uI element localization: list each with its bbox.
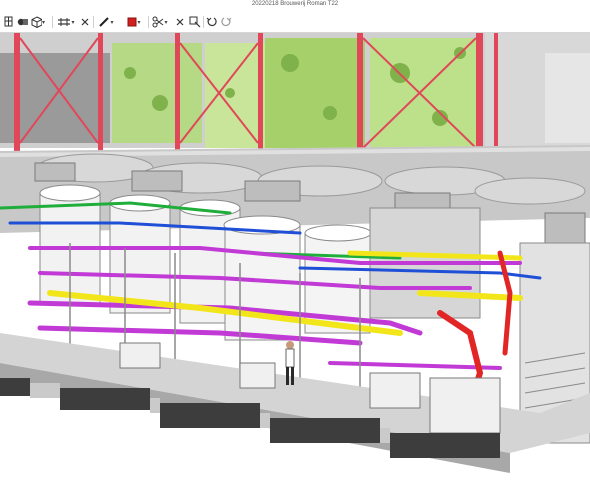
cut-icon: [152, 16, 164, 28]
cut-button[interactable]: ▾: [151, 15, 169, 29]
undo-button[interactable]: [206, 15, 218, 29]
undo-icon: [206, 17, 217, 27]
toolbar-divider: [93, 16, 94, 28]
markup-pen-icon: [99, 17, 110, 27]
color-picker-button[interactable]: ▾: [124, 15, 144, 29]
measure-button[interactable]: [189, 15, 201, 29]
close-section-button[interactable]: [80, 15, 90, 29]
section-plane-icon: [58, 18, 71, 26]
redo-icon: [221, 17, 232, 27]
measure-icon: [189, 16, 201, 28]
viewer-toolbar: ▾ ▾ ▾ ▾ ▾: [0, 12, 590, 33]
brewery-3d-model[interactable]: [0, 33, 590, 500]
section-plane-button[interactable]: ▾: [57, 15, 75, 29]
window-title: 20220218 Brouwerij Roman T22: [251, 1, 339, 7]
redo-button[interactable]: [220, 15, 232, 29]
chevron-down-icon: ▾: [71, 19, 75, 26]
toolbar-divider: [203, 16, 204, 28]
chevron-down-icon: ▾: [41, 19, 45, 26]
foliage: [205, 43, 265, 148]
building-wall: [545, 53, 590, 143]
clear-button[interactable]: [175, 15, 185, 29]
pointer-tool[interactable]: [3, 15, 15, 29]
chevron-down-icon: ▾: [164, 19, 168, 26]
close-section-icon: [81, 18, 89, 26]
view-cube-icon: [4, 16, 13, 27]
3d-model-viewport[interactable]: [0, 33, 590, 500]
toolbar-divider: [148, 16, 149, 28]
foliage: [112, 43, 202, 143]
color-swatch-icon: [127, 17, 137, 27]
clear-icon: [176, 18, 184, 26]
title-bar: 20220218 Brouwerij Roman T22: [0, 0, 590, 12]
box-icon: [31, 16, 42, 28]
toolbar-divider: [52, 16, 53, 28]
chevron-down-icon: ▾: [110, 19, 114, 26]
chevron-down-icon: ▾: [137, 19, 141, 26]
render-mode-button[interactable]: [16, 15, 30, 29]
box-view-button[interactable]: ▾: [31, 15, 45, 29]
render-mode-icon: [17, 18, 28, 26]
foliage: [265, 38, 365, 148]
markup-pen-button[interactable]: ▾: [97, 15, 115, 29]
